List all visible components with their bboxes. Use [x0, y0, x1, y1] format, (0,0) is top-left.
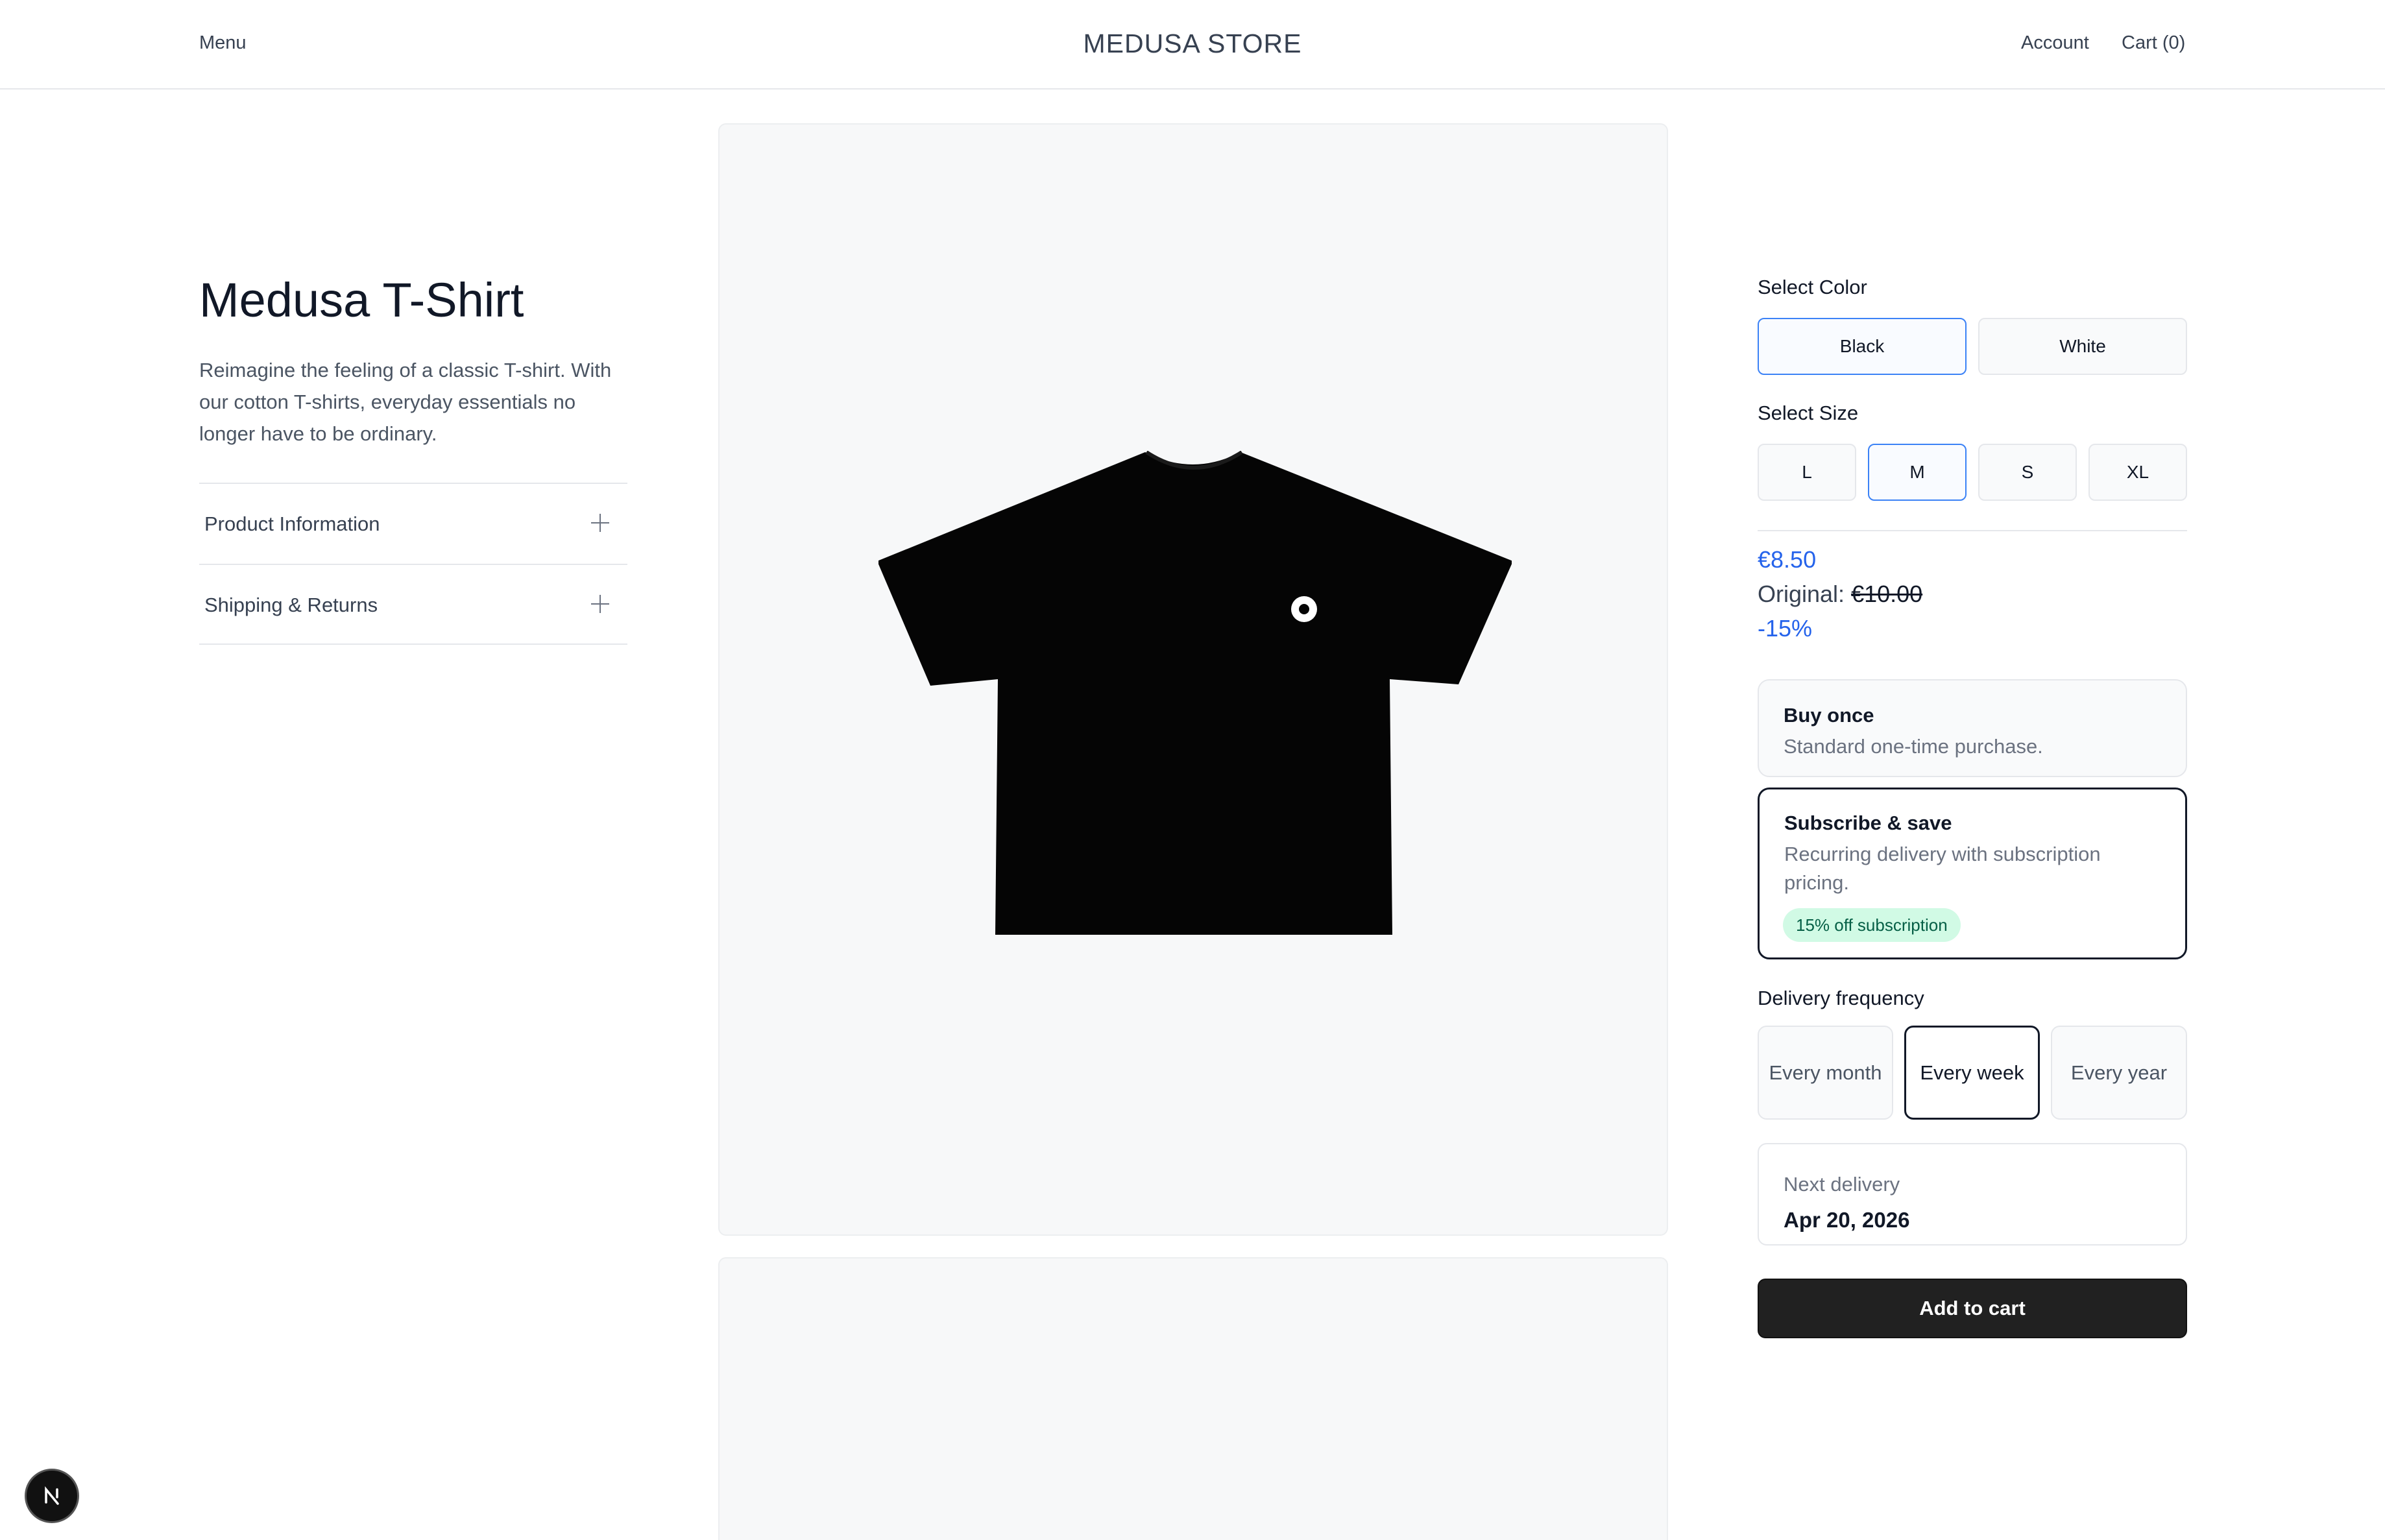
- plus-icon: [591, 595, 609, 613]
- size-option-xl[interactable]: XL: [2088, 444, 2187, 501]
- plan-subscribe-save[interactable]: Subscribe & save Recurring delivery with…: [1758, 788, 2187, 959]
- product-image-panel-secondary: [718, 1257, 1668, 1540]
- product-title: Medusa T-Shirt: [199, 273, 524, 327]
- frequency-option-year[interactable]: Every year: [2051, 1026, 2187, 1120]
- discount-percent: -15%: [1758, 615, 1813, 642]
- options-divider: [1758, 530, 2187, 531]
- nextjs-dev-indicator[interactable]: [25, 1469, 79, 1523]
- accordion-label: Product Information: [204, 512, 380, 535]
- plan-subtitle: Standard one-time purchase.: [1784, 735, 2043, 758]
- sale-price: €8.50: [1758, 546, 1817, 573]
- site-header: Menu MEDUSA STORE Account Cart (0): [0, 0, 2385, 90]
- frequency-option-month[interactable]: Every month: [1758, 1026, 1893, 1120]
- size-option-l[interactable]: L: [1758, 444, 1856, 501]
- plan-title: Buy once: [1784, 704, 1874, 727]
- account-link[interactable]: Account: [2021, 32, 2089, 54]
- original-price-prefix: Original:: [1758, 581, 1845, 607]
- add-to-cart-button[interactable]: Add to cart: [1758, 1279, 2187, 1338]
- color-option-white[interactable]: White: [1978, 318, 2187, 375]
- select-color-label: Select Color: [1758, 276, 1867, 298]
- size-option-s[interactable]: S: [1978, 444, 2077, 501]
- plan-subtitle: Recurring delivery with subscription pri…: [1784, 843, 2101, 894]
- color-option-black[interactable]: Black: [1758, 318, 1967, 375]
- product-image-tshirt: [878, 451, 1512, 935]
- product-accordion: Product Information Shipping & Returns: [199, 483, 627, 645]
- accordion-product-information[interactable]: Product Information: [199, 483, 627, 564]
- delivery-frequency-label: Delivery frequency: [1758, 987, 1924, 1009]
- next-delivery-label: Next delivery: [1784, 1173, 1900, 1196]
- original-price: €10.00: [1851, 581, 1923, 607]
- product-description: Reimagine the feeling of a classic T-shi…: [199, 359, 612, 445]
- next-delivery-card: Next delivery Apr 20, 2026: [1758, 1143, 2187, 1245]
- plan-title: Subscribe & save: [1784, 812, 1952, 834]
- size-option-m[interactable]: M: [1868, 444, 1967, 501]
- accordion-shipping-returns[interactable]: Shipping & Returns: [199, 564, 627, 645]
- subscription-discount-badge: 15% off subscription: [1783, 908, 1961, 942]
- select-size-label: Select Size: [1758, 402, 1859, 424]
- frequency-option-week[interactable]: Every week: [1904, 1026, 2040, 1120]
- nextjs-logo-icon: [45, 1486, 59, 1505]
- plan-buy-once[interactable]: Buy once Standard one-time purchase.: [1758, 679, 2187, 777]
- original-price-line: Original: €10.00: [1758, 581, 1922, 608]
- cart-link[interactable]: Cart (0): [2122, 32, 2185, 54]
- accordion-label: Shipping & Returns: [204, 594, 378, 616]
- plus-icon: [591, 514, 609, 532]
- next-delivery-date: Apr 20, 2026: [1784, 1208, 1910, 1232]
